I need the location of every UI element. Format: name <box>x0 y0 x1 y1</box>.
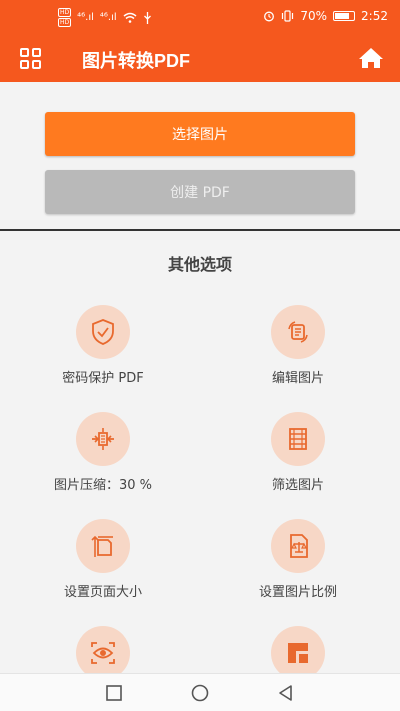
signal-icon: ⁴⁶.ıl <box>77 12 94 23</box>
divider <box>0 229 400 231</box>
wifi-icon <box>123 12 137 23</box>
usb-icon <box>143 11 151 24</box>
image-compression-option[interactable]: 图片压缩：30 % <box>8 412 198 512</box>
option-label: 设置页面大小 <box>63 585 142 600</box>
app-bar: 图片转换PDF <box>0 36 400 82</box>
battery-icon <box>333 11 356 21</box>
hd-badge: HD <box>58 8 72 17</box>
option-label: 编辑图片 <box>271 371 324 386</box>
shield-check-icon <box>92 319 114 345</box>
grid-menu-icon[interactable] <box>20 48 42 70</box>
page-size-icon <box>91 535 113 557</box>
set-page-size-option[interactable]: 设置页面大小 <box>8 519 198 619</box>
filter-images-option[interactable]: 筛选图片 <box>203 412 393 512</box>
option-icon-bg <box>271 412 325 466</box>
hd-indicators: HD HD <box>58 8 72 27</box>
battery-percent: 70% <box>300 9 328 23</box>
option-icon-bg <box>271 305 325 359</box>
eye-scan-icon <box>91 642 115 664</box>
option-icon-bg <box>271 519 325 573</box>
option-label: 密码保护 PDF <box>62 371 144 386</box>
status-bar: HD HD ⁴⁶.ıl ⁴⁶.ıl 70% 2:52 <box>0 0 400 36</box>
edit-image-icon <box>288 321 308 343</box>
create-pdf-button[interactable]: 创建 PDF <box>45 170 355 214</box>
select-images-button[interactable]: 选择图片 <box>45 112 355 156</box>
filter-icon <box>289 428 307 450</box>
recents-icon[interactable] <box>104 683 124 703</box>
image-scale-icon <box>290 534 308 558</box>
system-nav-bar <box>0 673 400 711</box>
other-options-title: 其他选项 <box>167 255 232 274</box>
option-icon-bg <box>76 305 130 359</box>
app-title: 图片转换PDF <box>82 51 190 71</box>
set-image-scale-option[interactable]: 设置图片比例 <box>203 519 393 619</box>
option-icon-bg <box>76 412 130 466</box>
option-label: 图片压缩：30 % <box>53 478 153 493</box>
status-left: HD HD ⁴⁶.ıl ⁴⁶.ıl <box>58 8 152 27</box>
clock: 2:52 <box>361 9 388 23</box>
status-right: 70% 2:52 <box>263 9 388 23</box>
alarm-icon <box>264 11 275 22</box>
vibrate-icon <box>282 10 294 22</box>
option-label: 筛选图片 <box>271 478 324 493</box>
margin-icon <box>288 643 308 663</box>
back-icon[interactable] <box>276 683 296 703</box>
edit-images-option[interactable]: 编辑图片 <box>203 305 393 405</box>
compress-icon <box>92 428 114 450</box>
option-icon-bg <box>76 626 130 680</box>
home-icon[interactable] <box>358 46 384 70</box>
option-icon-bg <box>76 519 130 573</box>
signal-icon: ⁴⁶.ıl <box>99 12 117 23</box>
option-label: 设置图片比例 <box>258 585 337 600</box>
password-protect-pdf-option[interactable]: 密码保护 PDF <box>8 305 198 405</box>
hd-badge: HD <box>58 18 72 27</box>
option-icon-bg <box>271 626 325 680</box>
home-nav-icon[interactable] <box>190 683 210 703</box>
